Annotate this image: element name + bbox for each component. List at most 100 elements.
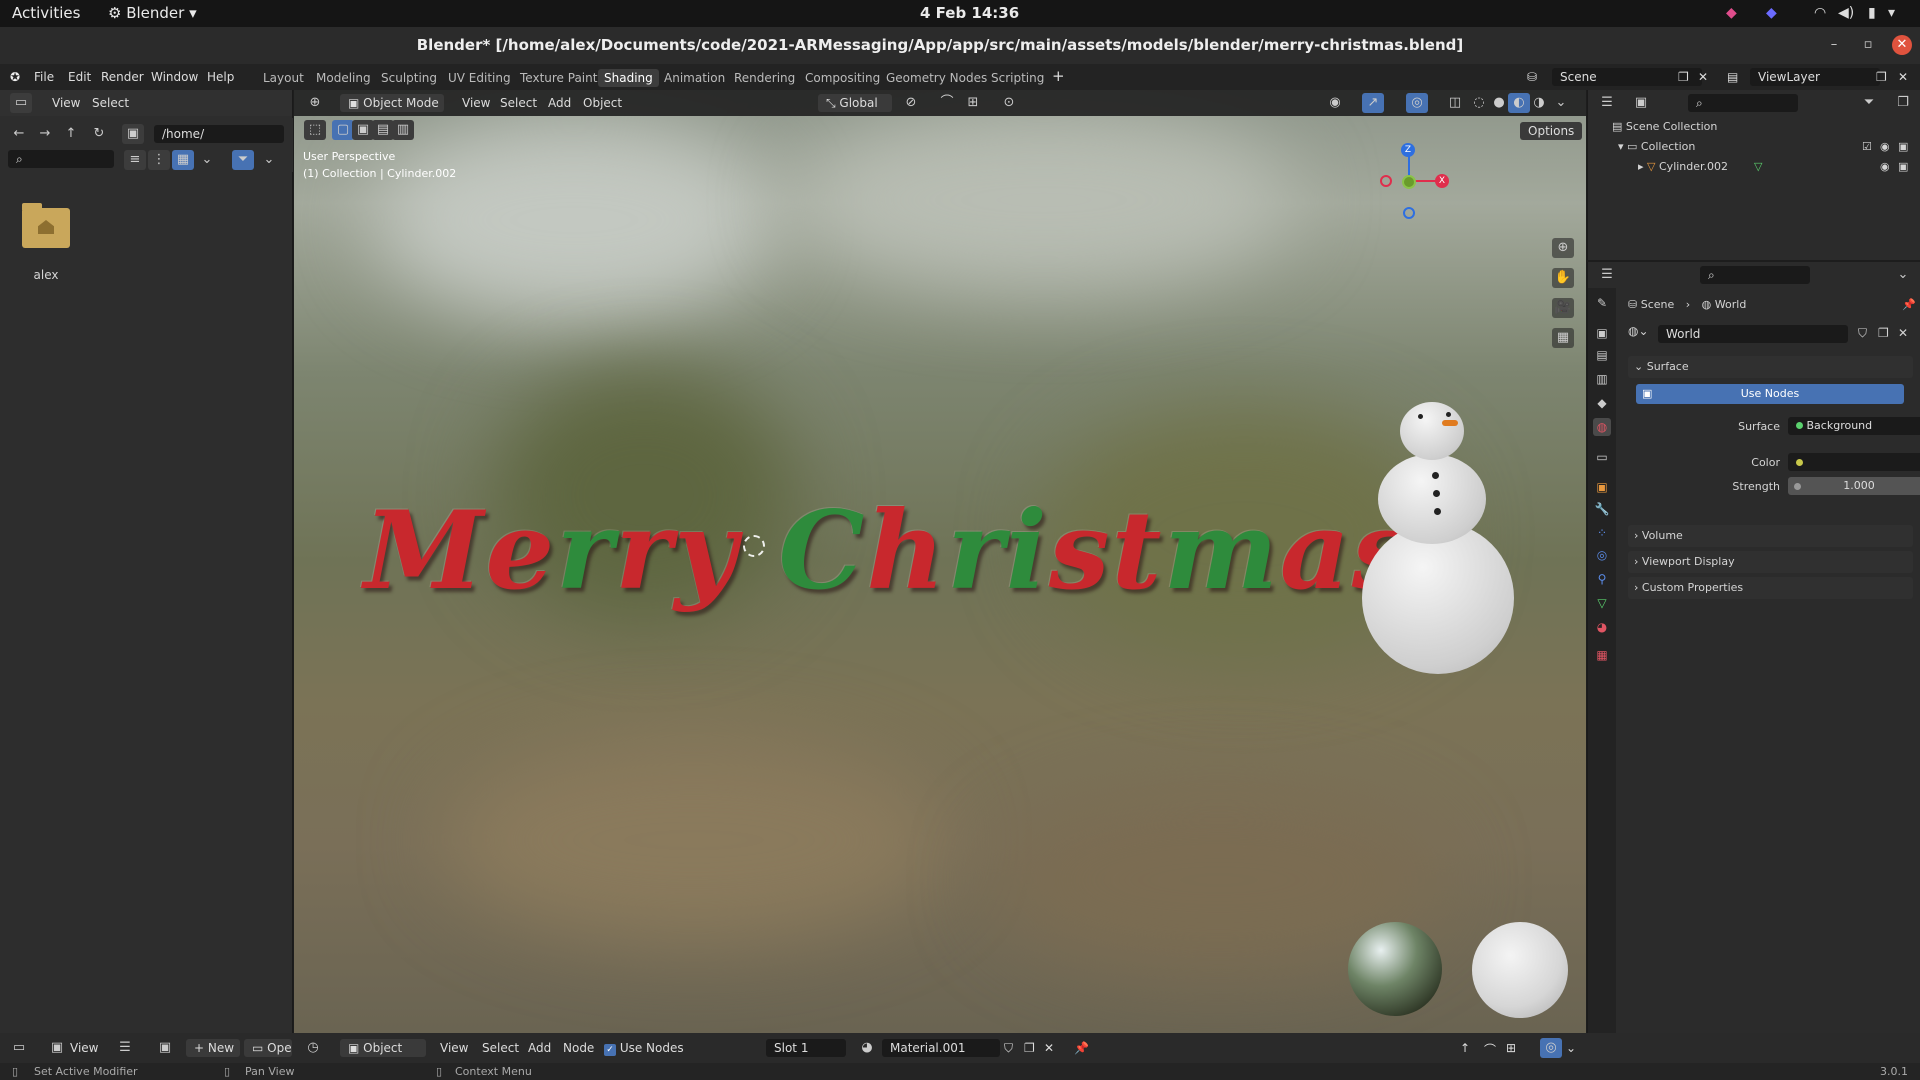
proportional-icon[interactable]: ⊙ <box>998 93 1020 113</box>
thumbnails-icon[interactable]: ▦ <box>172 150 194 170</box>
world-tab-icon[interactable]: ◍ <box>1593 418 1611 436</box>
output-tab-icon[interactable]: ▤ <box>1593 346 1611 364</box>
activities-button[interactable]: Activities <box>12 4 80 22</box>
snowman-object[interactable] <box>1336 372 1536 702</box>
app-menu[interactable]: ⚙ Blender ▾ <box>108 4 197 22</box>
tab-scripting[interactable]: Scripting <box>985 69 1050 87</box>
visibility-eye-icon[interactable]: ◉ <box>1880 140 1890 153</box>
material-tab-icon[interactable]: ◕ <box>1593 618 1611 636</box>
delete-viewlayer-icon[interactable]: ✕ <box>1898 70 1908 84</box>
world-browse-icon[interactable]: ◍⌄ <box>1628 324 1649 342</box>
display-mode-icon[interactable]: ▣ <box>1630 93 1652 113</box>
display-mode-icon[interactable]: ▣ <box>46 1038 68 1058</box>
use-nodes-button[interactable]: ▣ Use Nodes <box>1636 384 1904 404</box>
viewport-display-panel-header[interactable]: › Viewport Display <box>1628 551 1913 573</box>
gizmo-z-axis[interactable]: Z <box>1401 143 1415 157</box>
tab-texture-paint[interactable]: Texture Paint <box>514 69 603 87</box>
fake-user-icon[interactable]: ⛉ <box>1858 326 1867 341</box>
snap-icon[interactable]: ⌒ <box>1484 1041 1496 1058</box>
pin-icon[interactable]: 📌 <box>1074 1041 1089 1055</box>
add-workspace-icon[interactable]: + <box>1052 67 1065 85</box>
view-layer-tab-icon[interactable]: ▥ <box>1593 370 1611 388</box>
menu-view[interactable]: View <box>70 1041 98 1055</box>
editor-type-icon[interactable]: ▭ <box>8 1038 30 1058</box>
menu-view[interactable]: View <box>440 1041 468 1055</box>
menu-node[interactable]: Node <box>563 1041 594 1055</box>
gizmo-y-axis[interactable] <box>1402 175 1416 189</box>
overlay-dropdown-icon[interactable]: ⌄ <box>1566 1041 1576 1055</box>
teams-tray-icon[interactable]: ◆ <box>1766 5 1777 21</box>
pin-icon[interactable]: 📌 <box>1902 298 1916 311</box>
snap-options-icon[interactable]: ⊞ <box>1506 1041 1516 1055</box>
minimize-button[interactable]: – <box>1824 35 1844 55</box>
gizmo-neg-x[interactable] <box>1380 175 1392 187</box>
viewlayer-selector[interactable]: ViewLayer <box>1750 68 1880 86</box>
solid-shading-icon[interactable]: ● <box>1488 93 1510 113</box>
path-field[interactable]: /home/ <box>154 125 284 143</box>
new-viewlayer-icon[interactable]: ❐ <box>1876 70 1887 84</box>
outliner-collection-row[interactable]: ▾ ▭ Collection ☑ ◉ ▣ <box>1618 140 1914 153</box>
object-tab-icon[interactable]: ▣ <box>1593 478 1611 496</box>
outliner-object-row[interactable]: ▸ ▽ Cylinder.002 ▽ ◉ ▣ <box>1638 160 1914 173</box>
tab-compositing[interactable]: Compositing <box>799 69 886 87</box>
scene-tab-icon[interactable]: ◆ <box>1593 394 1611 412</box>
open-image-button[interactable]: ▭ Ope <box>244 1039 292 1057</box>
constraints-tab-icon[interactable]: ⚲ <box>1593 570 1611 588</box>
tab-modeling[interactable]: Modeling <box>310 69 377 87</box>
delete-scene-icon[interactable]: ✕ <box>1698 70 1708 84</box>
back-icon[interactable]: ← <box>8 124 30 144</box>
filter-icon[interactable]: ⏷ <box>1858 93 1880 113</box>
new-image-button[interactable]: + New <box>186 1039 240 1057</box>
filter-dropdown-icon[interactable]: ⌄ <box>258 150 280 170</box>
system-menu-icon[interactable]: ▾ <box>1888 5 1895 21</box>
pivot-icon[interactable]: ⊘ <box>900 93 922 113</box>
rendered-shading-icon[interactable]: ◑ <box>1528 93 1550 113</box>
outliner-scene-collection[interactable]: ▤ Scene Collection <box>1612 120 1717 133</box>
shader-editor-icon[interactable]: ◷ <box>302 1038 324 1058</box>
tab-rendering[interactable]: Rendering <box>728 69 801 87</box>
forward-icon[interactable]: → <box>34 124 56 144</box>
material-browse-icon[interactable]: ◕ <box>856 1038 878 1058</box>
menu-help[interactable]: Help <box>207 70 234 84</box>
tab-uv-editing[interactable]: UV Editing <box>442 69 517 87</box>
modifier-tab-icon[interactable]: 🔧 <box>1593 500 1611 518</box>
menu-window[interactable]: Window <box>151 70 198 84</box>
surface-shader-field[interactable]: Background <box>1788 417 1920 435</box>
image-browse-icon[interactable]: ▣ <box>154 1038 176 1058</box>
surface-panel-header[interactable]: ⌄ Surface <box>1628 356 1913 378</box>
select-invert-icon[interactable]: ▥ <box>392 120 414 140</box>
strength-field[interactable]: 1.000 <box>1788 477 1920 495</box>
refresh-icon[interactable]: ↻ <box>88 124 110 144</box>
use-nodes-checkbox[interactable]: ✓ Use Nodes <box>604 1041 684 1056</box>
editor-type-icon[interactable]: ▭ <box>10 93 32 113</box>
shading-dropdown-icon[interactable]: ⌄ <box>1550 93 1572 113</box>
parent-dir-icon[interactable]: ↑ <box>60 124 82 144</box>
color-swatch[interactable] <box>1788 453 1920 471</box>
new-world-icon[interactable]: ❐ <box>1878 326 1889 340</box>
list-horizontal-icon[interactable]: ⋮ <box>148 150 170 170</box>
menu-object[interactable]: Object <box>583 96 622 110</box>
exclude-checkbox-icon[interactable]: ☑ <box>1862 140 1872 153</box>
render-camera-icon[interactable]: ▣ <box>1898 140 1908 153</box>
close-button[interactable]: ✕ <box>1892 35 1912 55</box>
mesh-data-icon[interactable]: ▽ <box>1754 160 1762 173</box>
editor-type-icon[interactable]: ☰ <box>1596 265 1618 285</box>
unlink-world-icon[interactable]: ✕ <box>1898 326 1908 340</box>
tab-geometry-nodes[interactable]: Geometry Nodes <box>880 69 993 87</box>
editor-type-icon[interactable]: ☰ <box>1596 93 1618 113</box>
display-dropdown-icon[interactable]: ⌄ <box>196 150 218 170</box>
maximize-button[interactable]: ▫ <box>1858 35 1878 55</box>
3d-cursor[interactable] <box>743 535 765 557</box>
menu-render[interactable]: Render <box>101 70 144 84</box>
world-name-field[interactable]: World <box>1658 325 1848 343</box>
mode-selector[interactable]: ▣ Object Mode ⌄ <box>340 94 444 128</box>
filter-icon[interactable]: ⏷ <box>232 150 254 170</box>
blender-logo-icon[interactable]: ✪ <box>10 70 20 84</box>
visibility-eye-icon[interactable]: ◉ <box>1880 160 1890 173</box>
data-tab-icon[interactable]: ▽ <box>1593 594 1611 612</box>
pan-hand-icon[interactable]: ✋ <box>1552 268 1574 288</box>
select-subtract-icon[interactable]: ▤ <box>372 120 394 140</box>
collection-tab-icon[interactable]: ▭ <box>1593 448 1611 466</box>
folder-home-icon[interactable] <box>22 203 70 248</box>
navigation-gizmo[interactable]: Z X <box>1374 140 1494 240</box>
